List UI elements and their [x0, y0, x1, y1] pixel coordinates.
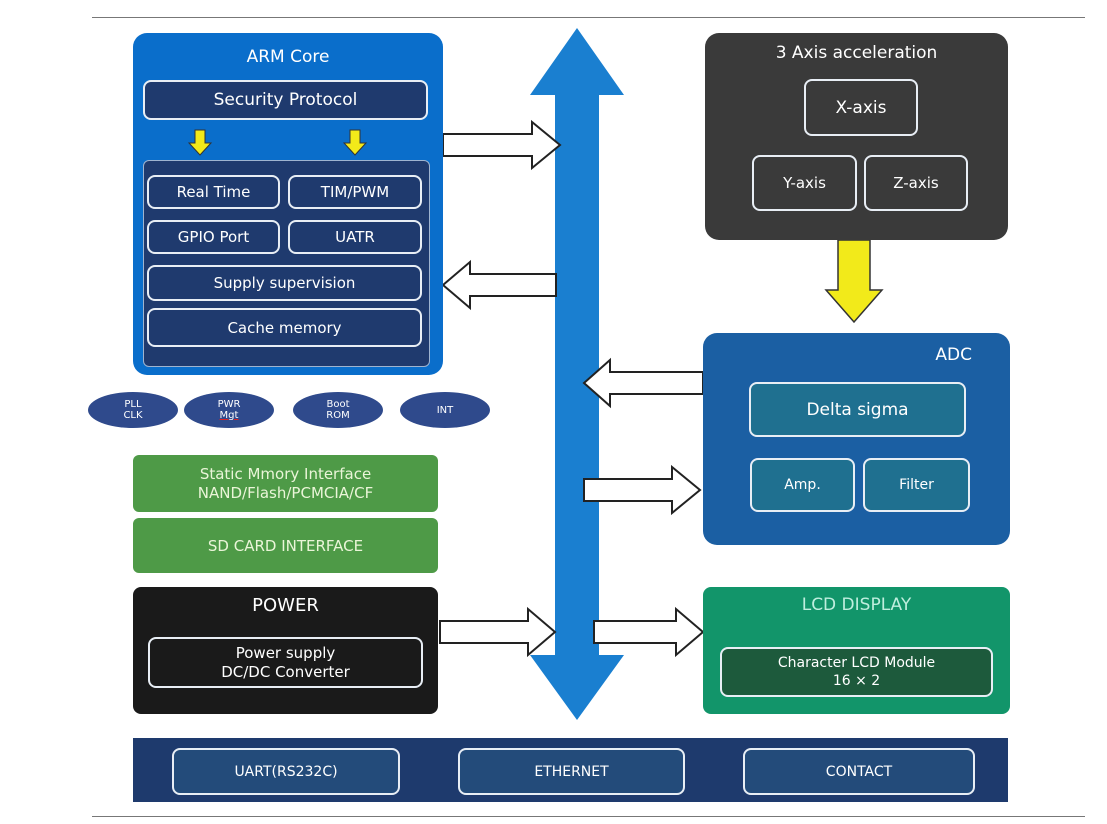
power-to-bus-arrow — [439, 606, 557, 658]
x-axis-box: X-axis — [804, 79, 918, 136]
gpio-port-box: GPIO Port — [147, 220, 280, 254]
power-block: POWER Power supply DC/DC Converter — [133, 587, 438, 714]
arm-core-block: ARM Core Security Protocol Real Time TIM… — [133, 33, 443, 375]
gpio-port-label: GPIO Port — [177, 228, 250, 246]
tim-pwm-label: TIM/PWM — [320, 183, 390, 201]
lcd-line1: Character LCD Module — [777, 655, 936, 671]
power-line2: DC/DC Converter — [221, 662, 350, 681]
filter-label: Filter — [899, 477, 934, 493]
delta-sigma-label: Delta sigma — [806, 399, 909, 420]
accel-to-adc-arrow — [824, 239, 884, 324]
filter-box: Filter — [863, 458, 970, 512]
power-title: POWER — [252, 595, 319, 616]
interfaces-bar: UART(RS232C) ETHERNET CONTACT — [133, 738, 1008, 802]
bus-to-lcd-arrow — [593, 606, 705, 658]
yellow-down-arrow-icon — [342, 129, 368, 156]
sd-card-interface-block: SD CARD INTERFACE — [133, 518, 438, 573]
int-ellipse: INT — [400, 392, 490, 428]
amp-box: Amp. — [750, 458, 855, 512]
pwr-mgt-ellipse: PWR Mgt — [184, 392, 274, 428]
contact-box: CONTACT — [743, 748, 975, 795]
adc-title: ADC — [935, 345, 972, 365]
adc-to-bus-arrow — [582, 357, 704, 409]
power-supply-box: Power supply DC/DC Converter — [148, 637, 423, 688]
memory-line2: NAND/Flash/PCMCIA/CF — [197, 483, 374, 502]
power-line1: Power supply — [235, 643, 336, 662]
ellipse-line: CLK — [123, 410, 143, 421]
z-axis-box: Z-axis — [864, 155, 968, 211]
lcd-display-block: LCD DISPLAY Character LCD Module 16 × 2 — [703, 587, 1010, 714]
bus-to-arm-arrow — [441, 259, 557, 311]
ellipse-line: PWR — [217, 399, 241, 410]
arm-to-bus-arrow — [442, 119, 562, 171]
ethernet-box: ETHERNET — [458, 748, 685, 795]
ellipse-line: Boot — [326, 399, 350, 410]
ellipse-line: PLL — [124, 399, 142, 410]
tim-pwm-box: TIM/PWM — [288, 175, 422, 209]
cache-memory-box: Cache memory — [147, 308, 422, 347]
uart-label: UART(RS232C) — [234, 763, 338, 780]
x-axis-label: X-axis — [835, 97, 887, 118]
static-memory-interface-block: Static Mmory Interface NAND/Flash/PCMCIA… — [133, 455, 438, 512]
pll-clk-ellipse: PLL CLK — [88, 392, 178, 428]
ellipse-line: INT — [436, 404, 454, 416]
supply-supervision-label: Supply supervision — [213, 274, 356, 292]
lcd-line2: 16 × 2 — [832, 673, 881, 689]
sd-card-label: SD CARD INTERFACE — [207, 536, 364, 555]
y-axis-label: Y-axis — [783, 174, 826, 192]
real-time-label: Real Time — [176, 183, 251, 201]
memory-line1: Static Mmory Interface — [199, 464, 372, 483]
adc-block: ADC Delta sigma Amp. Filter — [703, 333, 1010, 545]
cache-memory-label: Cache memory — [227, 318, 342, 337]
y-axis-box: Y-axis — [752, 155, 857, 211]
uart-box: UART(RS232C) — [172, 748, 400, 795]
acceleration-block: 3 Axis acceleration X-axis Y-axis Z-axis — [705, 33, 1008, 240]
ellipse-line: ROM — [326, 410, 350, 421]
amp-label: Amp. — [784, 477, 821, 493]
uatr-box: UATR — [288, 220, 422, 254]
bus-to-adc-arrow — [583, 464, 702, 516]
supply-supervision-box: Supply supervision — [147, 265, 422, 301]
boot-rom-ellipse: Boot ROM — [293, 392, 383, 428]
ellipse-line: Mgt — [219, 410, 239, 421]
z-axis-label: Z-axis — [893, 174, 939, 192]
uatr-label: UATR — [335, 228, 375, 246]
yellow-down-arrow-icon — [187, 129, 213, 156]
lcd-title: LCD DISPLAY — [801, 595, 912, 615]
real-time-box: Real Time — [147, 175, 280, 209]
ethernet-label: ETHERNET — [534, 763, 609, 780]
delta-sigma-box: Delta sigma — [749, 382, 966, 437]
contact-label: CONTACT — [825, 763, 893, 780]
peripherals-container: Real Time TIM/PWM GPIO Port UATR Supply … — [143, 160, 430, 367]
acceleration-title: 3 Axis acceleration — [775, 43, 938, 63]
character-lcd-module-box: Character LCD Module 16 × 2 — [720, 647, 993, 697]
